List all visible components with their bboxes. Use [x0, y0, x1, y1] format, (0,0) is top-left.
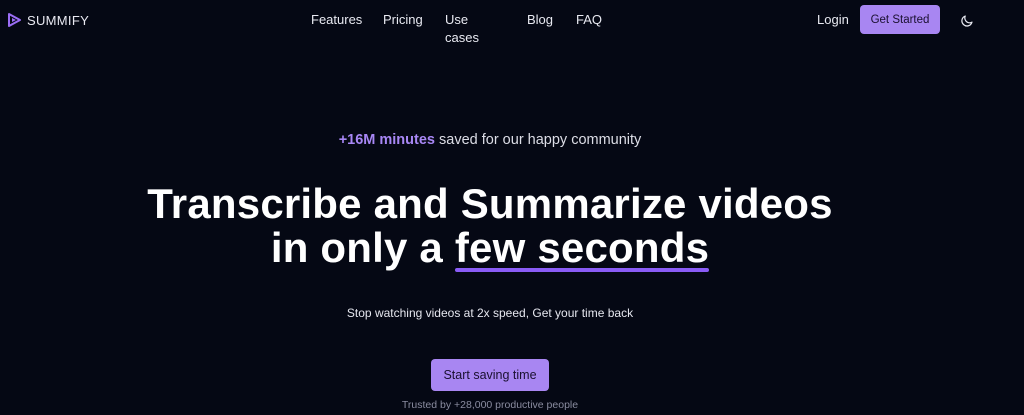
brand-logo[interactable]: SUMMIFY [6, 10, 89, 30]
nav-link-pricing[interactable]: Pricing [383, 11, 423, 29]
get-started-button[interactable]: Get Started [860, 5, 940, 34]
nav-link-faq[interactable]: FAQ [576, 11, 602, 29]
nav-link-blog[interactable]: Blog [527, 11, 553, 29]
play-logo-icon [8, 13, 21, 27]
hero-subtitle: Stop watching videos at 2x speed, Get yo… [346, 306, 634, 320]
trusted-by-text: Trusted by +28,000 productive people [401, 399, 579, 411]
headline-line-2-prefix: in only a [270, 224, 455, 271]
theme-toggle-button[interactable] [959, 12, 975, 28]
nav-link-features[interactable]: Features [311, 11, 362, 29]
start-saving-time-button[interactable]: Start saving time [431, 359, 549, 391]
nav-link-use-cases[interactable]: Use cases [445, 11, 479, 45]
top-header: SUMMIFY Features Pricing Use cases Blog … [0, 0, 1024, 45]
brand-name: SUMMIFY [27, 12, 90, 28]
landing-page: SUMMIFY Features Pricing Use cases Blog … [0, 0, 1024, 415]
hero-headline: Transcribe and Summarize videos in only … [0, 180, 980, 272]
headline-line-2: in only a few seconds [0, 224, 980, 272]
moon-icon [960, 14, 973, 27]
headline-underlined-phrase: few seconds [454, 224, 710, 272]
tagline-rest: saved for our happy community [434, 132, 642, 148]
headline-line-1: Transcribe and Summarize videos [147, 180, 833, 227]
login-link[interactable]: Login [817, 11, 849, 29]
hero-tagline: +16M minutes saved for our happy communi… [0, 132, 980, 148]
tagline-highlight: +16M minutes [338, 132, 435, 148]
